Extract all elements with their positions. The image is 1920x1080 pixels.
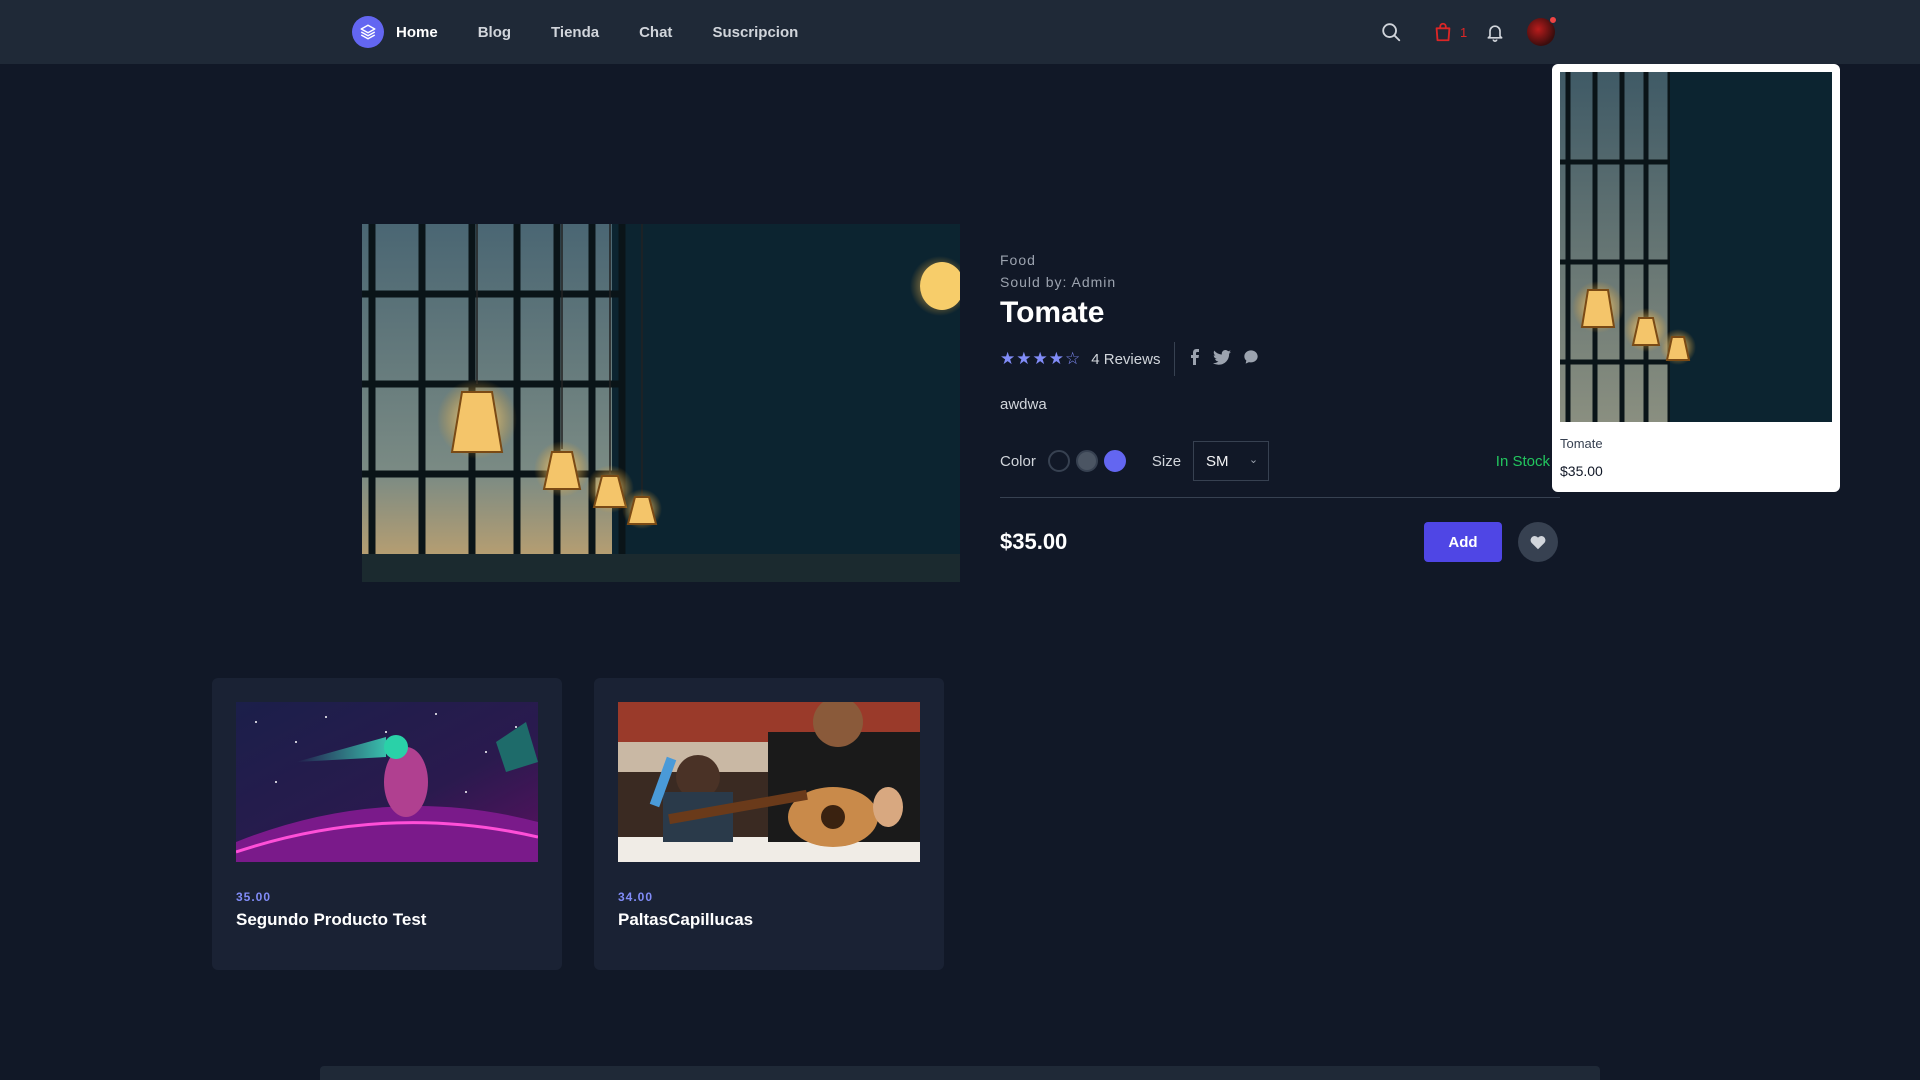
color-swatch-indigo[interactable] xyxy=(1103,450,1126,472)
related-product-card[interactable]: 34.00 PaltasCapillucas xyxy=(594,678,944,970)
related-product-image xyxy=(236,702,538,862)
facebook-icon[interactable] xyxy=(1189,349,1201,369)
cart-item-name: Tomate xyxy=(1560,436,1603,451)
related-product-title[interactable]: PaltasCapillucas xyxy=(618,910,920,930)
related-product-card[interactable]: 35.00 Segundo Producto Test xyxy=(212,678,562,970)
chat-bubble-icon[interactable] xyxy=(1243,349,1259,369)
star-rating: ★ ★ ★ ★ ☆ xyxy=(1000,349,1081,369)
footer-edge xyxy=(320,1066,1600,1080)
chevron-down-icon: ⌄ xyxy=(1248,454,1259,466)
size-label: Size xyxy=(1151,452,1182,470)
navbar: Home Blog Tienda Chat Suscripcion 1 xyxy=(0,0,1920,64)
nav-chat[interactable]: Chat xyxy=(639,24,672,41)
logo[interactable] xyxy=(352,16,384,48)
add-to-cart-button[interactable]: Add xyxy=(1424,522,1502,562)
related-product-image xyxy=(618,702,920,862)
product-category: Food xyxy=(1000,252,1036,268)
cart-item-image xyxy=(1560,72,1832,422)
layers-icon xyxy=(360,24,376,40)
color-label: Color xyxy=(1000,452,1036,470)
avatar[interactable] xyxy=(1527,16,1558,46)
size-value: SM xyxy=(1206,452,1229,470)
product-options: Color Size SM ⌄ In Stock xyxy=(1000,441,1560,481)
star-icon: ★ xyxy=(1048,349,1064,368)
product-title: Tomate xyxy=(1000,296,1105,329)
nav-tienda[interactable]: Tienda xyxy=(551,24,599,41)
related-product-title[interactable]: Segundo Producto Test xyxy=(236,910,538,930)
product-description: awdwa xyxy=(1000,396,1047,413)
nav-links: Home Blog Tienda Chat Suscripcion xyxy=(396,0,838,64)
related-product-price: 35.00 xyxy=(236,890,272,904)
star-icon: ★ xyxy=(1016,349,1032,368)
twitter-icon[interactable] xyxy=(1213,349,1232,369)
related-product-price: 34.00 xyxy=(618,890,654,904)
cart-button[interactable]: 1 xyxy=(1432,21,1467,43)
product-details: Food Sould by: Admin Tomate ★ ★ ★ ★ ☆ 4 … xyxy=(1000,252,1560,564)
cart-item-price: $35.00 xyxy=(1560,463,1603,479)
divider xyxy=(1174,342,1176,376)
nav-suscripcion[interactable]: Suscripcion xyxy=(712,24,798,41)
rating-row: ★ ★ ★ ★ ☆ 4 Reviews xyxy=(1000,342,1560,376)
reviews-link[interactable]: 4 Reviews xyxy=(1091,351,1160,368)
color-swatch-gray[interactable] xyxy=(1075,450,1098,472)
color-swatch-dark[interactable] xyxy=(1047,450,1070,472)
cart-popup: Tomate $35.00 xyxy=(1552,64,1840,492)
product-image xyxy=(362,224,960,582)
status-dot xyxy=(1549,16,1558,24)
search-icon xyxy=(1382,23,1401,42)
nav-blog[interactable]: Blog xyxy=(478,24,511,41)
size-select[interactable]: SM ⌄ xyxy=(1193,441,1270,481)
price-row: $35.00 Add xyxy=(1000,520,1560,564)
product-price: $35.00 xyxy=(1000,529,1068,554)
bell-icon xyxy=(1487,25,1503,42)
star-empty-icon: ☆ xyxy=(1065,349,1081,368)
nav-icons: 1 xyxy=(1380,0,1558,64)
star-icon: ★ xyxy=(1032,349,1048,368)
star-icon: ★ xyxy=(1000,349,1016,368)
stock-status: In Stock xyxy=(1495,452,1550,470)
favorite-button[interactable] xyxy=(1518,522,1558,562)
social-share xyxy=(1189,349,1271,369)
search-button[interactable] xyxy=(1380,21,1402,43)
cart-count: 1 xyxy=(1460,24,1468,40)
nav-home[interactable]: Home xyxy=(396,24,438,41)
product-seller: Sould by: Admin xyxy=(1000,274,1117,290)
divider xyxy=(1000,497,1560,498)
notifications-button[interactable] xyxy=(1485,22,1505,42)
shopping-bag-icon xyxy=(1435,22,1451,42)
heart-icon xyxy=(1530,536,1546,550)
